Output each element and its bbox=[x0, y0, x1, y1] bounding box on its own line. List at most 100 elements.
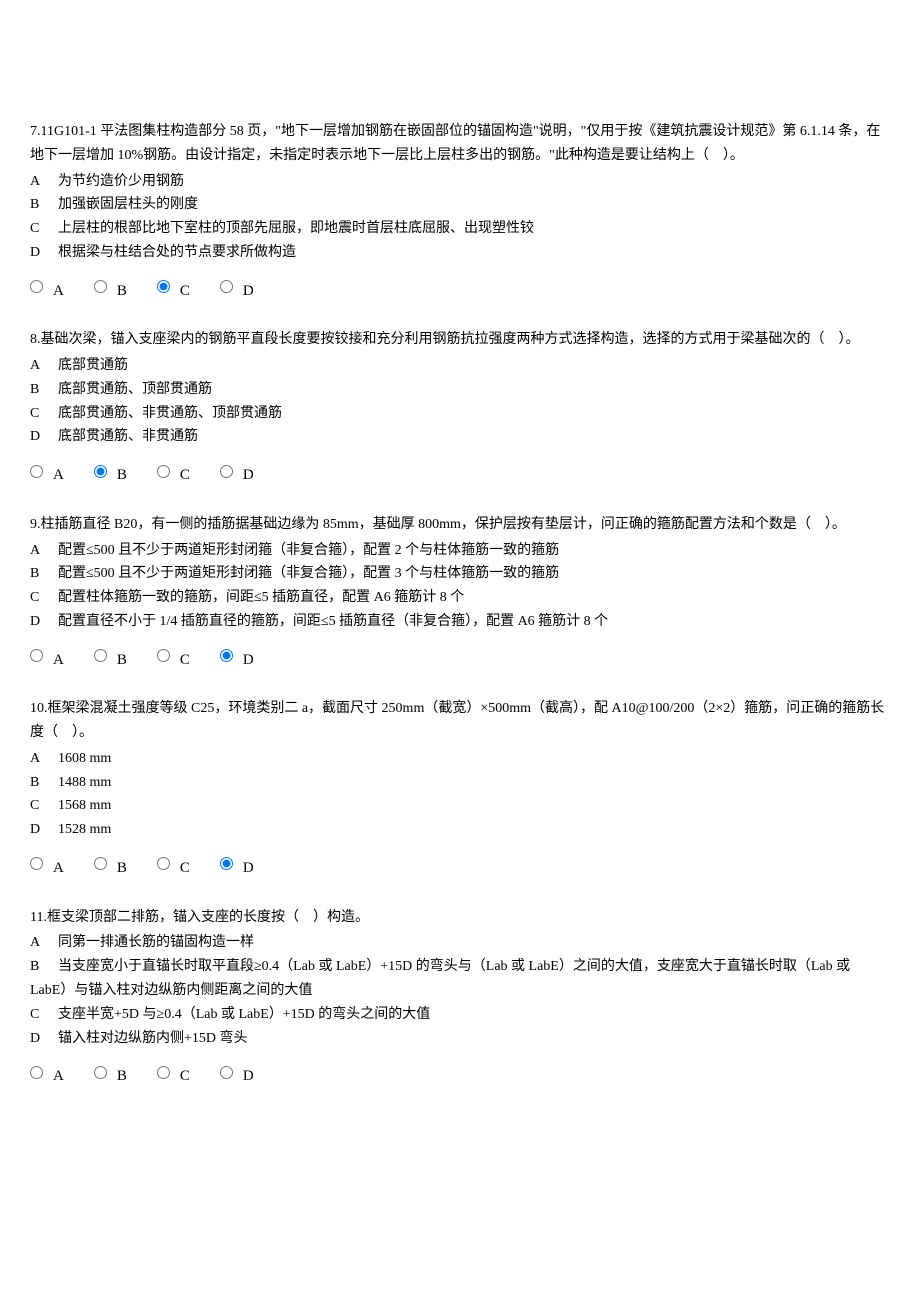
option-line: C上层柱的根部比地下室柱的顶部先屈服，即地震时首层柱底屈服、出现塑性铰 bbox=[30, 217, 890, 241]
question-stem: 7.11G101-1 平法图集柱构造部分 58 页，"地下一层增加钢筋在嵌固部位… bbox=[30, 120, 890, 168]
answer-radio-label: D bbox=[243, 279, 254, 305]
answer-radio-item[interactable]: D bbox=[220, 1060, 254, 1086]
answer-radio-item[interactable]: C bbox=[157, 459, 190, 485]
option-letter: D bbox=[30, 818, 58, 842]
answer-radio-label: C bbox=[180, 279, 190, 305]
option-line: B底部贯通筋、顶部贯通筋 bbox=[30, 378, 890, 402]
question-block: 10.框架梁混凝土强度等级 C25，环境类别二 a，截面尺寸 250mm（截宽）… bbox=[30, 697, 890, 877]
answer-radio-input[interactable] bbox=[157, 280, 170, 293]
answer-radio-label: C bbox=[180, 648, 190, 674]
answer-radio-item[interactable]: C bbox=[157, 275, 190, 301]
option-text: 同第一排通长筋的锚固构造一样 bbox=[58, 935, 254, 950]
answer-radio-item[interactable]: C bbox=[157, 1060, 190, 1086]
answer-radio-label: B bbox=[117, 279, 127, 305]
answer-radio-input[interactable] bbox=[220, 280, 233, 293]
answer-radio-item[interactable]: C bbox=[157, 852, 190, 878]
answer-radio-label: A bbox=[53, 279, 64, 305]
answer-radio-item[interactable]: D bbox=[220, 275, 254, 301]
option-list: A为节约造价少用钢筋B加强嵌固层柱头的刚度C上层柱的根部比地下室柱的顶部先屈服，… bbox=[30, 170, 890, 265]
answer-radio-item[interactable]: B bbox=[94, 644, 127, 670]
answer-radio-label: D bbox=[243, 648, 254, 674]
answer-radio-item[interactable]: A bbox=[30, 1060, 64, 1086]
answer-radio-item[interactable]: A bbox=[30, 644, 64, 670]
answer-radio-input[interactable] bbox=[94, 1066, 107, 1079]
answer-radio-label: A bbox=[53, 648, 64, 674]
option-letter: A bbox=[30, 354, 58, 378]
option-text: 上层柱的根部比地下室柱的顶部先屈服，即地震时首层柱底屈服、出现塑性铰 bbox=[58, 221, 534, 236]
option-text: 配置≤500 且不少于两道矩形封闭箍（非复合箍），配置 2 个与柱体箍筋一致的箍… bbox=[58, 543, 559, 558]
option-list: A同第一排通长筋的锚固构造一样B当支座宽小于直锚长时取平直段≥0.4（Lab 或… bbox=[30, 931, 890, 1050]
option-letter: A bbox=[30, 539, 58, 563]
option-letter: B bbox=[30, 378, 58, 402]
answer-radio-label: D bbox=[243, 1064, 254, 1090]
answer-radio-input[interactable] bbox=[94, 465, 107, 478]
answer-radio-row: A B C D bbox=[30, 1060, 890, 1086]
answer-radio-input[interactable] bbox=[30, 649, 43, 662]
option-letter: B bbox=[30, 193, 58, 217]
option-text: 支座半宽+5D 与≥0.4（Lab 或 LabE）+15D 的弯头之间的大值 bbox=[58, 1007, 430, 1022]
option-letter: A bbox=[30, 747, 58, 771]
option-line: A配置≤500 且不少于两道矩形封闭箍（非复合箍），配置 2 个与柱体箍筋一致的… bbox=[30, 539, 890, 563]
answer-radio-item[interactable]: D bbox=[220, 644, 254, 670]
question-block: 7.11G101-1 平法图集柱构造部分 58 页，"地下一层增加钢筋在嵌固部位… bbox=[30, 120, 890, 300]
answer-radio-label: D bbox=[243, 463, 254, 489]
question-block: 11.框支梁顶部二排筋，锚入支座的长度按（ ）构造。A同第一排通长筋的锚固构造一… bbox=[30, 906, 890, 1086]
answer-radio-input[interactable] bbox=[220, 1066, 233, 1079]
option-text: 加强嵌固层柱头的刚度 bbox=[58, 197, 198, 212]
answer-radio-item[interactable]: B bbox=[94, 852, 127, 878]
option-letter: C bbox=[30, 217, 58, 241]
answer-radio-input[interactable] bbox=[220, 649, 233, 662]
option-line: D1528 mm bbox=[30, 818, 890, 842]
answer-radio-input[interactable] bbox=[157, 857, 170, 870]
answer-radio-item[interactable]: D bbox=[220, 459, 254, 485]
option-letter: B bbox=[30, 955, 58, 979]
option-text: 底部贯通筋、非贯通筋 bbox=[58, 429, 198, 444]
option-text: 锚入柱对边纵筋内侧+15D 弯头 bbox=[58, 1031, 248, 1046]
question-stem: 9.柱插筋直径 B20，有一侧的插筋据基础边缘为 85mm，基础厚 800mm，… bbox=[30, 513, 890, 537]
answer-radio-input[interactable] bbox=[30, 1066, 43, 1079]
answer-radio-item[interactable]: A bbox=[30, 459, 64, 485]
answer-radio-input[interactable] bbox=[94, 857, 107, 870]
answer-radio-label: B bbox=[117, 463, 127, 489]
answer-radio-input[interactable] bbox=[30, 465, 43, 478]
option-letter: C bbox=[30, 1003, 58, 1027]
answer-radio-input[interactable] bbox=[94, 649, 107, 662]
answer-radio-input[interactable] bbox=[94, 280, 107, 293]
answer-radio-item[interactable]: A bbox=[30, 275, 64, 301]
answer-radio-input[interactable] bbox=[220, 465, 233, 478]
option-text: 1488 mm bbox=[58, 775, 111, 790]
option-letter: C bbox=[30, 794, 58, 818]
answer-radio-input[interactable] bbox=[157, 649, 170, 662]
option-text: 配置≤500 且不少于两道矩形封闭箍（非复合箍），配置 3 个与柱体箍筋一致的箍… bbox=[58, 566, 559, 581]
option-list: A配置≤500 且不少于两道矩形封闭箍（非复合箍），配置 2 个与柱体箍筋一致的… bbox=[30, 539, 890, 634]
option-text: 底部贯通筋、顶部贯通筋 bbox=[58, 382, 212, 397]
answer-radio-row: A B C D bbox=[30, 459, 890, 485]
answer-radio-label: A bbox=[53, 463, 64, 489]
answer-radio-item[interactable]: B bbox=[94, 459, 127, 485]
option-line: D锚入柱对边纵筋内侧+15D 弯头 bbox=[30, 1027, 890, 1051]
answer-radio-item[interactable]: B bbox=[94, 1060, 127, 1086]
answer-radio-label: B bbox=[117, 648, 127, 674]
option-text: 当支座宽小于直锚长时取平直段≥0.4（Lab 或 LabE）+15D 的弯头与（… bbox=[30, 959, 850, 998]
answer-radio-item[interactable]: A bbox=[30, 852, 64, 878]
option-line: C配置柱体箍筋一致的箍筋，间距≤5 插筋直径，配置 A6 箍筋计 8 个 bbox=[30, 586, 890, 610]
option-letter: D bbox=[30, 610, 58, 634]
answer-radio-item[interactable]: B bbox=[94, 275, 127, 301]
answer-radio-input[interactable] bbox=[157, 465, 170, 478]
answer-radio-item[interactable]: D bbox=[220, 852, 254, 878]
answer-radio-label: D bbox=[243, 856, 254, 882]
answer-radio-input[interactable] bbox=[220, 857, 233, 870]
option-text: 配置直径不小于 1/4 插筋直径的箍筋，间距≤5 插筋直径（非复合箍），配置 A… bbox=[58, 614, 608, 629]
answer-radio-label: A bbox=[53, 1064, 64, 1090]
answer-radio-input[interactable] bbox=[30, 280, 43, 293]
option-letter: C bbox=[30, 402, 58, 426]
answer-radio-input[interactable] bbox=[157, 1066, 170, 1079]
answer-radio-input[interactable] bbox=[30, 857, 43, 870]
option-text: 1528 mm bbox=[58, 822, 111, 837]
question-block: 9.柱插筋直径 B20，有一侧的插筋据基础边缘为 85mm，基础厚 800mm，… bbox=[30, 513, 890, 669]
answer-radio-item[interactable]: C bbox=[157, 644, 190, 670]
option-letter: B bbox=[30, 562, 58, 586]
option-letter: B bbox=[30, 771, 58, 795]
option-line: A1608 mm bbox=[30, 747, 890, 771]
option-letter: A bbox=[30, 931, 58, 955]
